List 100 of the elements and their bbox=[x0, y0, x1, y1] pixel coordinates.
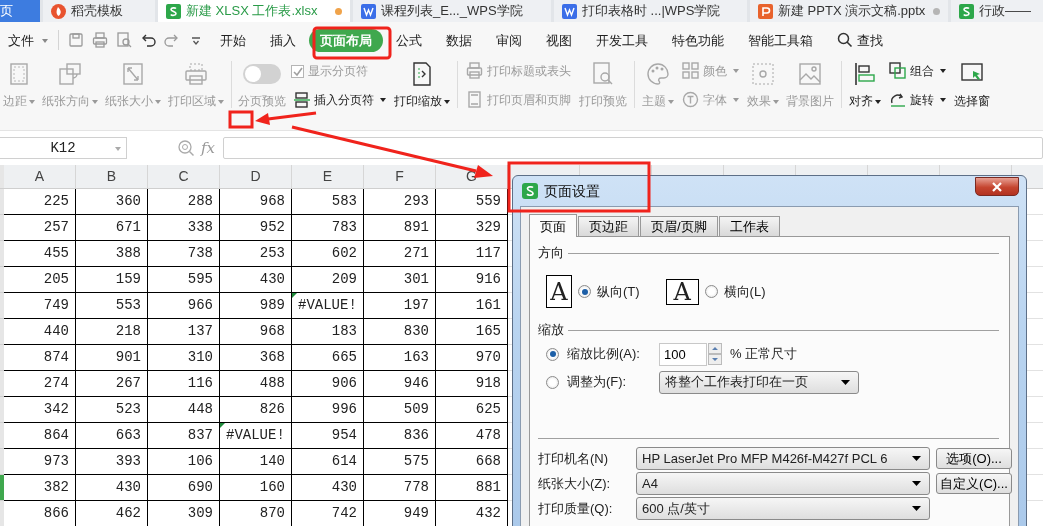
table-cell: 968 bbox=[220, 319, 292, 345]
table-cell: 455 bbox=[4, 241, 76, 267]
caret-icon bbox=[912, 506, 921, 511]
printer-icon bbox=[466, 62, 483, 79]
formula-field[interactable] bbox=[223, 137, 1043, 159]
dropdown[interactable]: 600 点/英寸 bbox=[636, 497, 930, 520]
table-cell: #VALUE! bbox=[292, 293, 364, 319]
palette-icon bbox=[645, 61, 671, 87]
radio-button[interactable] bbox=[546, 375, 559, 389]
radio-button[interactable] bbox=[546, 347, 559, 361]
group-icon bbox=[889, 62, 906, 79]
table-cell: 830 bbox=[364, 319, 436, 345]
ribbon-tab[interactable]: 开始 bbox=[209, 28, 257, 52]
unit-label: % 正常尺寸 bbox=[730, 345, 798, 364]
dialog-tab[interactable]: 工作表 bbox=[718, 216, 780, 236]
table-cell: 954 bbox=[292, 423, 364, 449]
radio-label: 纵向(T) bbox=[597, 282, 640, 301]
table-cell: 440 bbox=[4, 319, 76, 345]
radio-button[interactable] bbox=[578, 285, 591, 298]
dialog-tab[interactable]: 页眉/页脚 bbox=[640, 216, 718, 236]
table-cell: 866 bbox=[4, 501, 76, 526]
column-header[interactable]: C bbox=[148, 165, 220, 189]
row-header[interactable] bbox=[0, 475, 4, 501]
ribbon-tab[interactable]: 插入 bbox=[259, 28, 307, 52]
table-cell: 388 bbox=[76, 241, 148, 267]
dropdown[interactable]: A4 bbox=[636, 472, 930, 495]
document-tab[interactable]: 页 bbox=[0, 0, 40, 22]
table-cell: 663 bbox=[76, 423, 148, 449]
ribbon-button[interactable]: 选择窗 bbox=[953, 61, 991, 108]
table-cell: 523 bbox=[76, 397, 148, 423]
table-cell: 836 bbox=[364, 423, 436, 449]
table-cell: 288 bbox=[148, 189, 220, 215]
dialog-tab[interactable]: 页边距 bbox=[578, 216, 639, 236]
document-tab[interactable]: 新建 XLSX 工作表.xlsx bbox=[158, 0, 350, 22]
name-box[interactable]: K12 bbox=[0, 137, 127, 159]
ribbon-tab[interactable]: 特色功能 bbox=[661, 28, 735, 52]
caret-icon bbox=[841, 379, 850, 385]
table-cell: 209 bbox=[292, 267, 364, 293]
close-button[interactable] bbox=[975, 177, 1019, 196]
table-cell: 274 bbox=[4, 371, 76, 397]
column-header[interactable]: F bbox=[364, 165, 436, 189]
radio-button[interactable] bbox=[704, 285, 718, 298]
dropdown[interactable]: HP LaserJet Pro MFP M426f-M427f PCL 6 bbox=[636, 447, 930, 470]
search-button[interactable]: 查找 bbox=[826, 28, 894, 52]
table-cell: 197 bbox=[364, 293, 436, 319]
ribbon-button[interactable]: 组合 bbox=[887, 62, 948, 79]
ribbon-tab[interactable]: 开发工具 bbox=[585, 28, 659, 52]
column-header[interactable]: E bbox=[292, 165, 364, 189]
dropdown[interactable]: 将整个工作表打印在一页 bbox=[659, 370, 859, 394]
table-cell: 478 bbox=[436, 423, 508, 449]
ribbon-button[interactable]: 对齐 bbox=[848, 61, 882, 108]
table-cell: 749 bbox=[4, 293, 76, 319]
ribbon-tab[interactable]: 视图 bbox=[535, 28, 583, 52]
rotate-icon bbox=[889, 91, 906, 108]
table-cell: 874 bbox=[4, 345, 76, 371]
document-tab[interactable]: 稻壳模板 bbox=[43, 0, 155, 22]
table-cell: 559 bbox=[436, 189, 508, 215]
table-cell: 553 bbox=[76, 293, 148, 319]
document-tab[interactable]: 课程列表_E..._WPS学院 bbox=[353, 0, 551, 22]
table-cell: 778 bbox=[364, 475, 436, 501]
number-field[interactable]: 100 bbox=[659, 342, 707, 366]
ribbon-button[interactable]: 打印缩放 bbox=[393, 61, 451, 108]
table-cell: 117 bbox=[436, 241, 508, 267]
zoom-icon bbox=[177, 139, 195, 157]
caret-icon bbox=[912, 481, 921, 486]
table-cell: 738 bbox=[148, 241, 220, 267]
dialog-button[interactable]: 选项(O)... bbox=[936, 448, 1012, 469]
column-header[interactable]: D bbox=[220, 165, 292, 189]
printer-icon bbox=[91, 31, 109, 49]
ribbon-button[interactable]: 插入分页符 bbox=[291, 91, 388, 108]
table-cell: 671 bbox=[76, 215, 148, 241]
column-header[interactable]: B bbox=[76, 165, 148, 189]
table-cell: 837 bbox=[148, 423, 220, 449]
table-cell: 595 bbox=[148, 267, 220, 293]
table-cell: 368 bbox=[220, 345, 292, 371]
dialog-button[interactable]: 自定义(C)... bbox=[936, 473, 1012, 494]
table-cell: 430 bbox=[220, 267, 292, 293]
ribbon-button[interactable]: 旋转 bbox=[887, 91, 948, 108]
table-cell: 870 bbox=[220, 501, 292, 526]
table-cell: 430 bbox=[292, 475, 364, 501]
table-cell: 432 bbox=[436, 501, 508, 526]
table-cell: 968 bbox=[220, 189, 292, 215]
table-cell: 160 bbox=[220, 475, 292, 501]
ribbon-tab[interactable]: 数据 bbox=[435, 28, 483, 52]
table-cell: 625 bbox=[436, 397, 508, 423]
table-cell: 106 bbox=[148, 449, 220, 475]
file-menu[interactable]: 文件 bbox=[4, 28, 52, 52]
table-cell: 826 bbox=[220, 397, 292, 423]
document-tab[interactable]: 新建 PPTX 演示文稿.pptx bbox=[750, 0, 948, 22]
page-orientation-icon: A bbox=[665, 278, 699, 305]
document-tab[interactable]: 行政—— bbox=[951, 0, 1043, 22]
table-cell: 360 bbox=[76, 189, 148, 215]
table-cell: 996 bbox=[292, 397, 364, 423]
document-tab[interactable]: 打印表格时 ...|WPS学院 bbox=[554, 0, 747, 22]
ribbon-tab[interactable]: 智能工具箱 bbox=[737, 28, 824, 52]
column-header[interactable]: A bbox=[4, 165, 76, 189]
ribbon-tab[interactable]: 公式 bbox=[385, 28, 433, 52]
dialog-tab[interactable]: 页面 bbox=[529, 214, 577, 237]
table-cell: 665 bbox=[292, 345, 364, 371]
ribbon-tab[interactable]: 审阅 bbox=[485, 28, 533, 52]
